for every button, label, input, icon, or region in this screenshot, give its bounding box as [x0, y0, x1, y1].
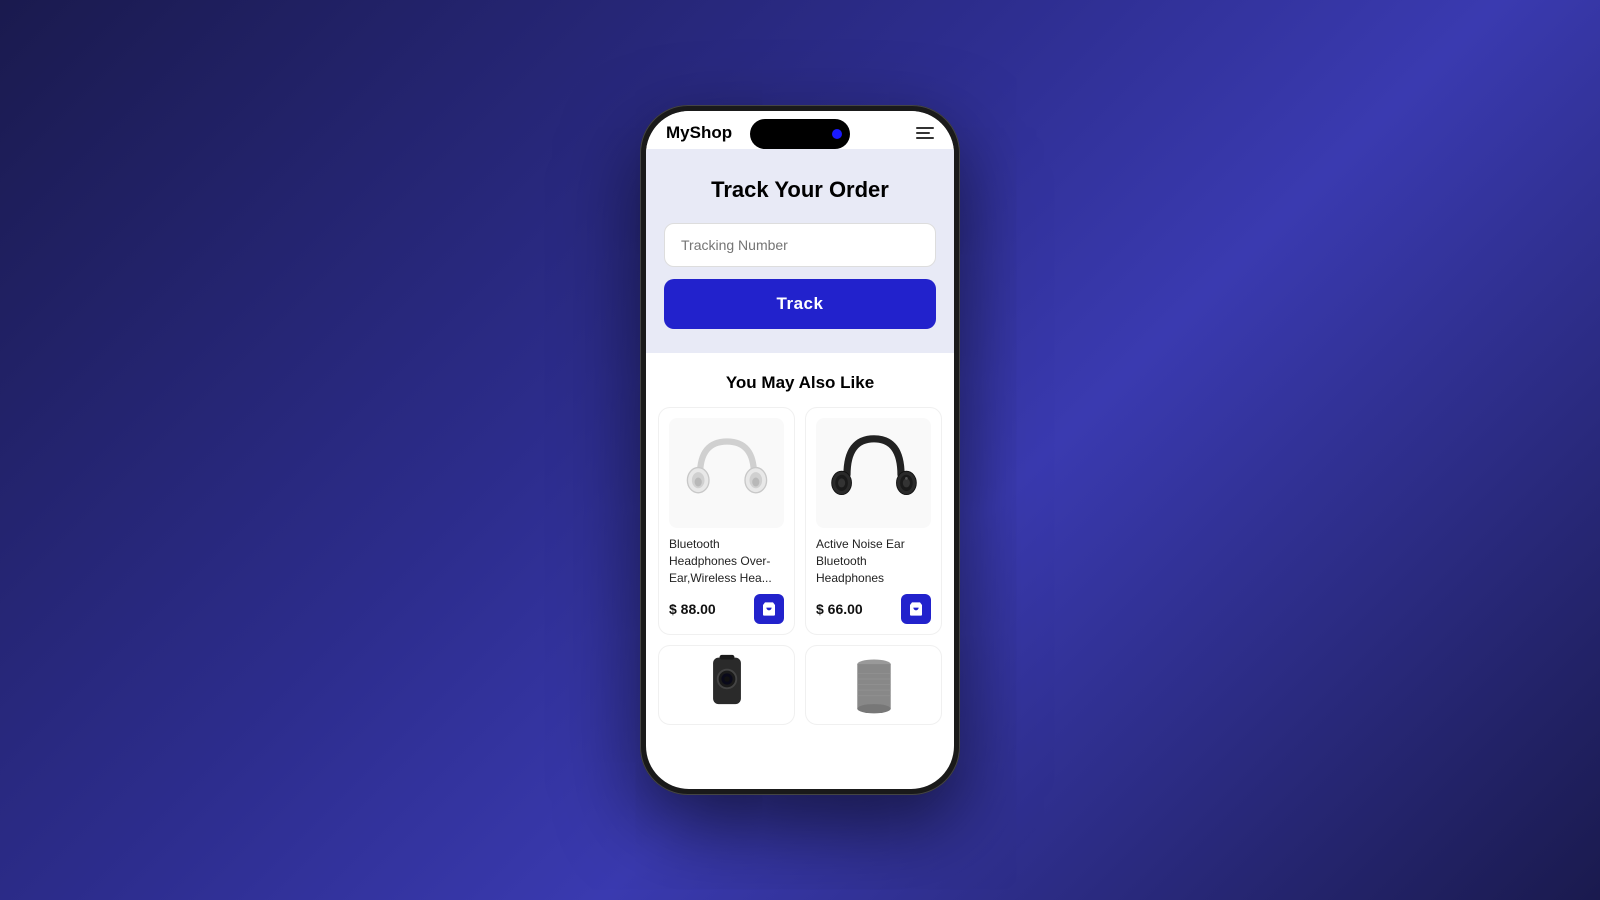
product-name-2: Active Noise Ear Bluetooth Headphones	[816, 536, 931, 586]
menu-line-2	[916, 132, 930, 134]
camera-dot	[832, 129, 842, 139]
product-image-2	[816, 418, 931, 528]
partial-card-1[interactable]	[658, 645, 795, 725]
phone-frame: MyShop Track Your Order Track You May Al…	[640, 105, 960, 795]
white-headphone-icon	[682, 428, 772, 518]
speaker-product-icon	[844, 653, 904, 718]
track-title: Track Your Order	[664, 177, 936, 203]
app-title: MyShop	[666, 123, 732, 143]
dynamic-island	[750, 119, 850, 149]
track-button[interactable]: Track	[664, 279, 936, 329]
tracking-input[interactable]	[664, 223, 936, 267]
track-section: Track Your Order Track	[646, 149, 954, 353]
product-price-2: $ 66.00	[816, 601, 863, 617]
add-to-cart-1[interactable]	[754, 594, 784, 624]
camera-product-icon	[697, 653, 757, 718]
menu-line-1	[916, 127, 934, 129]
partial-card-2[interactable]	[805, 645, 942, 725]
product-card-2[interactable]: Active Noise Ear Bluetooth Headphones $ …	[805, 407, 942, 635]
black-headphone-icon	[829, 428, 919, 518]
product-name-1: Bluetooth Headphones Over-Ear,Wireless H…	[669, 536, 784, 586]
menu-line-3	[916, 137, 934, 139]
phone-screen: MyShop Track Your Order Track You May Al…	[646, 111, 954, 789]
menu-button[interactable]	[916, 127, 934, 139]
status-bar: MyShop	[646, 111, 954, 149]
products-grid: Bluetooth Headphones Over-Ear,Wireless H…	[658, 407, 942, 635]
products-title: You May Also Like	[658, 373, 942, 393]
products-section: You May Also Like	[646, 353, 954, 737]
product-footer-1: $ 88.00	[669, 594, 784, 624]
partial-products-row	[658, 645, 942, 725]
product-price-1: $ 88.00	[669, 601, 716, 617]
cart-icon-1	[761, 601, 777, 617]
cart-icon-2	[908, 601, 924, 617]
scroll-content[interactable]: Track Your Order Track You May Also Like	[646, 149, 954, 789]
product-image-1	[669, 418, 784, 528]
add-to-cart-2[interactable]	[901, 594, 931, 624]
product-footer-2: $ 66.00	[816, 594, 931, 624]
product-card-1[interactable]: Bluetooth Headphones Over-Ear,Wireless H…	[658, 407, 795, 635]
